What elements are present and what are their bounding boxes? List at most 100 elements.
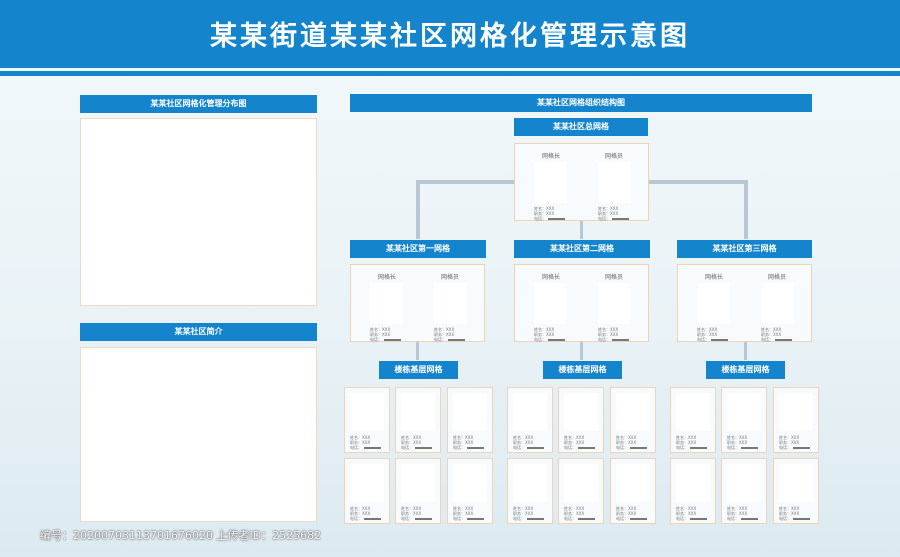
- building-grid-card: 姓名：XXX 职务：XXX 电话：: [558, 458, 604, 524]
- member-info: 姓名：XXX 职务：XXX 电话：: [761, 327, 792, 342]
- staff-info: 姓名：XXX 职务：XXX 电话：: [401, 435, 432, 450]
- intro-panel: [80, 347, 317, 522]
- page-title: 某某街道某某社区网格化管理示意图: [210, 21, 690, 52]
- staff-info: 姓名：XXX 职务：XXX 电话：: [779, 435, 810, 450]
- building-grid-card: 姓名：XXX 职务：XXX 电话：: [344, 387, 390, 453]
- building-grid-card: 姓名：XXX 职务：XXX 电话：: [395, 458, 441, 524]
- staff-photo: [564, 393, 598, 431]
- grid3-card: 网格长 网格员 姓名：XXX 职务：XXX 电话： 姓名：XXX 职务：XXX 电话：: [677, 264, 812, 342]
- staff-photo: [676, 393, 710, 431]
- map-title-bar: 某某社区网格化管理分布图: [80, 95, 317, 113]
- map-panel: [80, 118, 317, 306]
- staff-photo: [350, 393, 384, 431]
- leader-photo: [534, 283, 567, 324]
- grid1-card: 网格长 网格员 姓名：XXX 职务：XXX 电话： 姓名：XXX 职务：XXX 电话：: [350, 264, 485, 342]
- building-grid-card: 姓名：XXX 职务：XXX 电话：: [670, 387, 716, 453]
- staff-photo: [350, 464, 384, 502]
- staff-info: 姓名：XXX 职务：XXX 电话：: [453, 435, 484, 450]
- grid2-label: 某某社区第二网格: [514, 240, 650, 258]
- member-photo: [598, 162, 631, 203]
- building-grid-card: 姓名：XXX 职务：XXX 电话：: [610, 387, 656, 453]
- building-grid-label-3: 楼栋基层网格: [706, 361, 785, 379]
- staff-info: 姓名：XXX 职务：XXX 电话：: [453, 506, 484, 521]
- staff-info: 姓名：XXX 职务：XXX 电话：: [513, 506, 544, 521]
- building-grid-card: 姓名：XXX 职务：XXX 电话：: [773, 458, 819, 524]
- staff-photo: [564, 464, 598, 502]
- building-grid-card: 姓名：XXX 职务：XXX 电话：: [447, 387, 493, 453]
- staff-photo: [779, 393, 813, 431]
- leader-photo: [370, 283, 403, 324]
- staff-photo: [727, 464, 761, 502]
- member-photo: [761, 283, 794, 324]
- staff-photo: [513, 464, 547, 502]
- staff-info: 姓名：XXX 职务：XXX 电话：: [616, 435, 647, 450]
- connector-right-v: [744, 180, 748, 239]
- member-info: 姓名：XXX 职务：XXX 电话：: [598, 206, 629, 221]
- staff-info: 姓名：XXX 职务：XXX 电话：: [350, 435, 381, 450]
- building-grid-label-1: 楼栋基层网格: [379, 361, 458, 379]
- leader-photo: [697, 283, 730, 324]
- connector-grid2-down: [580, 342, 583, 360]
- grid-member-caption: 网格员: [605, 274, 624, 281]
- staff-info: 姓名：XXX 职务：XXX 电话：: [616, 506, 647, 521]
- staff-photo: [616, 393, 650, 431]
- building-grid-card: 姓名：XXX 职务：XXX 电话：: [447, 458, 493, 524]
- staff-info: 姓名：XXX 职务：XXX 电话：: [513, 435, 544, 450]
- connector-left-v: [416, 180, 420, 239]
- grid-leader-caption: 网格长: [378, 274, 397, 281]
- connector-left-h: [416, 180, 514, 184]
- connector-mid-v: [580, 221, 583, 239]
- grid-member-caption: 网格员: [441, 274, 460, 281]
- building-grid-card: 姓名：XXX 职务：XXX 电话：: [507, 458, 553, 524]
- staff-info: 姓名：XXX 职务：XXX 电话：: [401, 506, 432, 521]
- leader-info: 姓名：XXX 职务：XXX 电话：: [370, 327, 401, 342]
- leader-info: 姓名：XXX 职务：XXX 电话：: [534, 206, 565, 221]
- grid-member-caption: 网格员: [768, 274, 787, 281]
- staff-info: 姓名：XXX 职务：XXX 电话：: [564, 506, 595, 521]
- building-grid-card: 姓名：XXX 职务：XXX 电话：: [773, 387, 819, 453]
- staff-photo: [727, 393, 761, 431]
- structure-title-bar: 某某社区网格组织结构图: [350, 94, 812, 112]
- grid-member-caption: 网格员: [605, 153, 624, 160]
- intro-title-bar: 某某社区简介: [80, 323, 317, 341]
- member-photo: [434, 283, 467, 324]
- leader-info: 姓名：XXX 职务：XXX 电话：: [697, 327, 728, 342]
- header-underline: [0, 71, 900, 76]
- building-grid-card: 姓名：XXX 职务：XXX 电话：: [670, 458, 716, 524]
- member-info: 姓名：XXX 职务：XXX 电话：: [434, 327, 465, 342]
- staff-info: 姓名：XXX 职务：XXX 电话：: [727, 506, 758, 521]
- staff-info: 姓名：XXX 职务：XXX 电话：: [676, 435, 707, 450]
- staff-info: 姓名：XXX 职务：XXX 电话：: [779, 506, 810, 521]
- grid3-label: 某某社区第三网格: [677, 240, 812, 258]
- staff-info: 姓名：XXX 职务：XXX 电话：: [564, 435, 595, 450]
- building-grid-card: 姓名：XXX 职务：XXX 电话：: [344, 458, 390, 524]
- staff-info: 姓名：XXX 职务：XXX 电话：: [350, 506, 381, 521]
- building-grid-card: 姓名：XXX 职务：XXX 电话：: [721, 387, 767, 453]
- building-grid-card: 姓名：XXX 职务：XXX 电话：: [507, 387, 553, 453]
- grid-leader-caption: 网格长: [705, 274, 724, 281]
- staff-info: 姓名：XXX 职务：XXX 电话：: [676, 506, 707, 521]
- staff-photo: [676, 464, 710, 502]
- building-grid-card: 姓名：XXX 职务：XXX 电话：: [721, 458, 767, 524]
- root-grid-card: 网格长 网格员 姓名：XXX 职务：XXX 电话： 姓名：XXX 职务：XXX 电话：: [514, 143, 649, 221]
- staff-photo: [453, 464, 487, 502]
- staff-photo: [513, 393, 547, 431]
- staff-photo: [616, 464, 650, 502]
- staff-photo: [401, 464, 435, 502]
- staff-info: 姓名：XXX 职务：XXX 电话：: [727, 435, 758, 450]
- connector-grid1-down: [416, 342, 419, 360]
- root-grid-label: 某某社区总网格: [514, 118, 648, 136]
- connector-right-h: [649, 180, 748, 184]
- staff-photo: [401, 393, 435, 431]
- staff-photo: [453, 393, 487, 431]
- member-info: 姓名：XXX 职务：XXX 电话：: [598, 327, 629, 342]
- building-grid-card: 姓名：XXX 职务：XXX 电话：: [558, 387, 604, 453]
- grid-leader-caption: 网格长: [542, 274, 561, 281]
- building-grid-card: 姓名：XXX 职务：XXX 电话：: [610, 458, 656, 524]
- building-grid-label-2: 楼栋基层网格: [543, 361, 622, 379]
- grid-leader-caption: 网格长: [542, 153, 561, 160]
- connector-grid3-down: [744, 342, 747, 360]
- leader-info: 姓名：XXX 职务：XXX 电话：: [534, 327, 565, 342]
- grid2-card: 网格长 网格员 姓名：XXX 职务：XXX 电话： 姓名：XXX 职务：XXX 电话：: [514, 264, 649, 342]
- leader-photo: [534, 162, 567, 203]
